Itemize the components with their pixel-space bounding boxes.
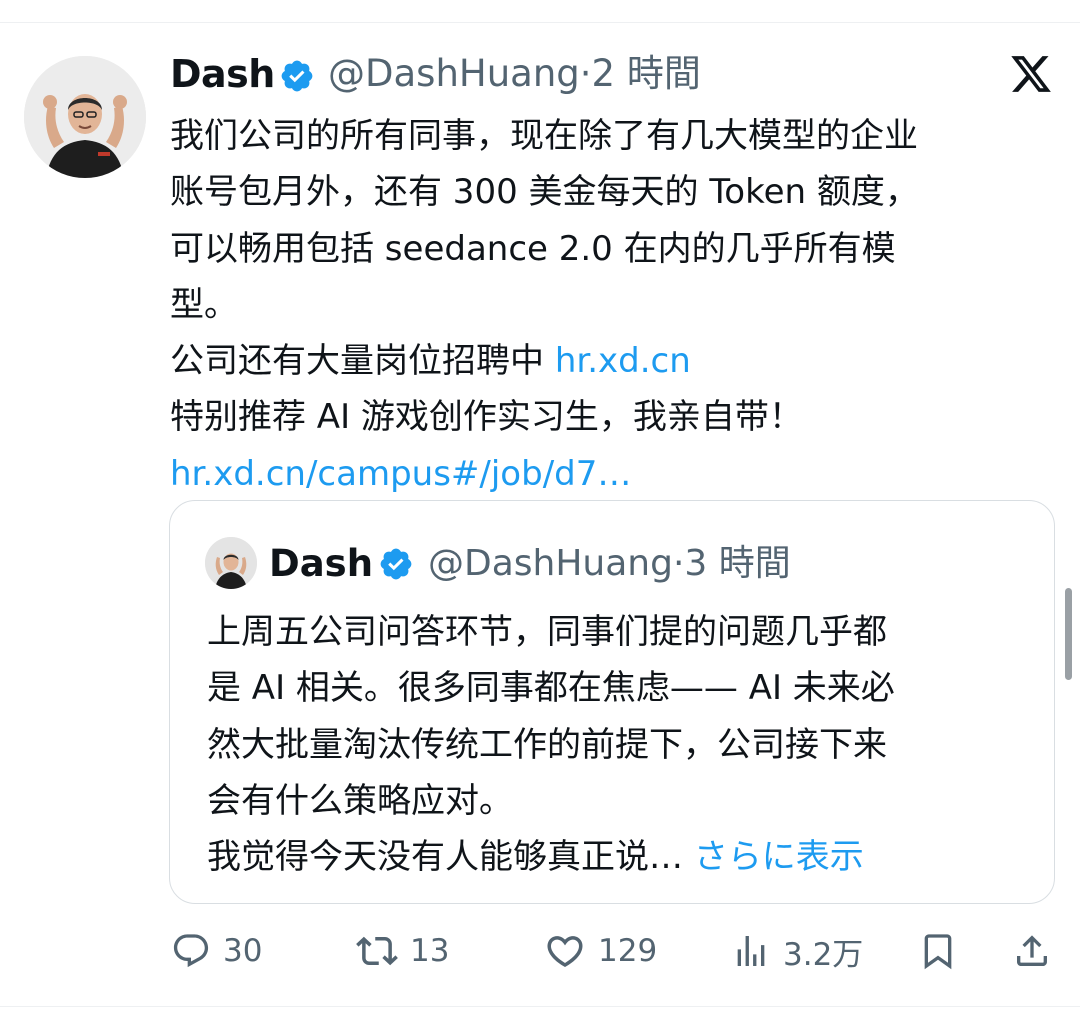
x-logo-icon[interactable] [1008,52,1054,96]
hiring-text: 公司还有大量岗位招聘中 [170,341,555,382]
views-chart-icon [737,936,765,966]
quoted-body-line: 是 AI 相关。很多同事都在焦虑—— AI 未来必 [207,668,895,709]
campus-link[interactable]: hr.xd.cn/campus#/job/d7… [170,446,1050,502]
show-more-link[interactable]: さらに表示 [694,837,864,877]
bottom-divider [0,1006,1080,1007]
quoted-tweet-time[interactable]: 3 時間 [684,543,790,584]
reply-count: 30 [223,933,263,969]
retweet-icon [356,936,398,966]
quoted-body-line: 会有什么策略应对。 [207,780,513,821]
quoted-author-name[interactable]: Dash [269,538,373,590]
tweet-body-line: 型。 [170,284,238,325]
author-handle-and-time[interactable]: @DashHuang·2 時間 [328,48,701,100]
tweet-body-line: 账号包月外，还有 300 美金每天的 Token 额度， [170,172,919,213]
like-count: 129 [598,933,658,969]
quoted-tweet-body: 上周五公司问答环节，同事们提的问题几乎都 是 AI 相关。很多同事都在焦虑—— … [207,604,1027,885]
quoted-verified-badge-icon [380,548,412,580]
tweet-body-line: 可以畅用包括 seedance 2.0 在内的几乎所有模 [170,228,896,269]
quoted-handle-and-time[interactable]: @DashHuang·3 時間 [428,538,791,590]
verified-badge-icon [281,60,313,92]
tweet-body-line: 我们公司的所有同事，现在除了有几大模型的企业 [170,116,918,156]
bookmark-button[interactable] [918,924,958,978]
recommend-line: 特别推荐 AI 游戏创作实习生，我亲自带！ [170,397,803,438]
views-count: 3.2万 [783,936,864,973]
like-button[interactable]: 129 [544,924,657,978]
quoted-author-handle[interactable]: @DashHuang [428,543,673,584]
hiring-link[interactable]: hr.xd.cn [555,341,691,381]
author-avatar[interactable] [24,56,146,178]
bookmark-icon [924,934,952,970]
author-handle[interactable]: @DashHuang [328,52,580,95]
handle-separator: · [579,52,592,95]
quoted-last-line: 我觉得今天没有人能够真正说… さらに表示 [207,829,1027,885]
quoted-handle-separator: · [672,543,685,584]
retweet-count: 13 [410,933,450,969]
scrollbar-thumb[interactable] [1065,588,1072,680]
top-divider [0,22,1080,23]
tweet-body: 我们公司的所有同事，现在除了有几大模型的企业 账号包月外，还有 300 美金每天… [170,108,1050,502]
author-name[interactable]: Dash [170,48,275,100]
quoted-author-avatar[interactable] [205,537,257,589]
reply-icon [173,934,209,968]
quoted-truncated-text: 我觉得今天没有人能够真正说… [207,837,694,878]
hiring-line: 公司还有大量岗位招聘中 hr.xd.cn [170,333,1050,389]
reply-button[interactable]: 30 [171,924,262,978]
quoted-body-line: 然大批量淘汰传统工作的前提下，公司接下来 [207,724,887,765]
share-button[interactable] [1012,924,1052,978]
quoted-body-line: 上周五公司问答环节，同事们提的问题几乎都 [207,612,887,652]
heart-icon [547,936,583,968]
retweet-button[interactable]: 13 [356,924,449,978]
views-button[interactable]: 3.2万 [731,924,863,978]
share-icon [1017,935,1047,966]
tweet-time[interactable]: 2 時間 [592,52,701,95]
